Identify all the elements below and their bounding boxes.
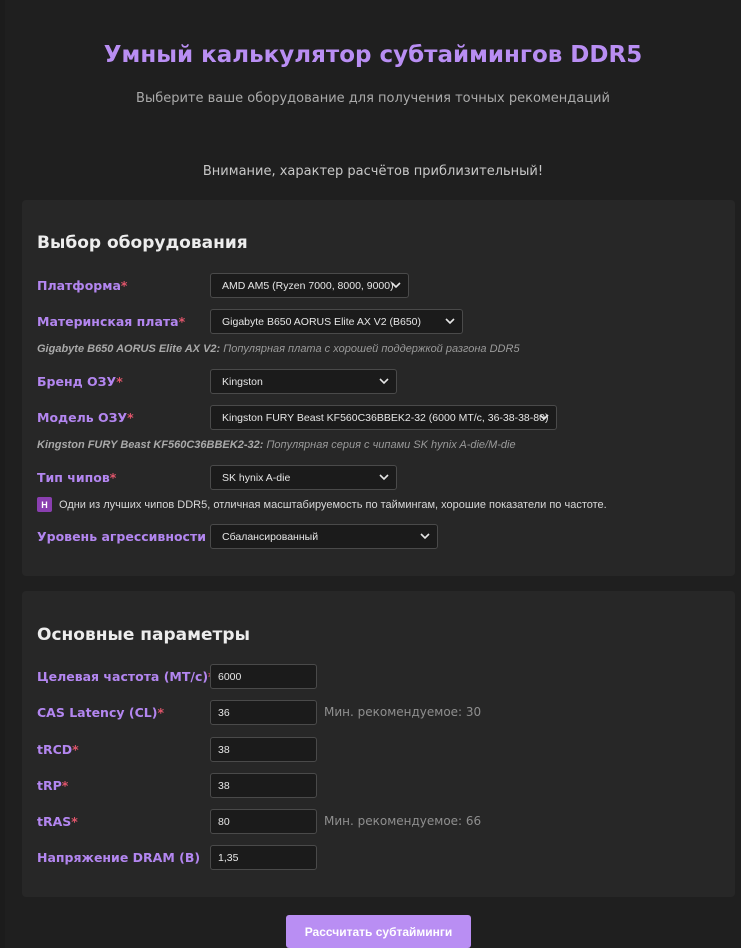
trp-input[interactable]: 38 — [210, 773, 317, 798]
chevron-down-icon — [391, 282, 401, 289]
chip-type-label: Тип чипов* — [37, 470, 117, 485]
motherboard-select[interactable]: Gigabyte B650 AORUS Elite AX V2 (B650) — [210, 309, 463, 334]
tras-hint: Мин. рекомендуемое: 66 — [324, 814, 482, 828]
platform-select[interactable]: AMD AM5 (Ryzen 7000, 8000, 9000) — [210, 273, 409, 298]
page: Умный калькулятор субтаймингов DDR5 Выбе… — [5, 0, 741, 948]
cl-hint: Мин. рекомендуемое: 30 — [324, 705, 482, 719]
trcd-input[interactable]: 38 — [210, 737, 317, 762]
params-card: Основные параметры Целевая частота (МТ/с… — [22, 591, 735, 897]
voltage-label: Напряжение DRAM (В) — [37, 850, 201, 865]
hardware-section-title: Выбор оборудования — [37, 233, 248, 253]
params-section-title: Основные параметры — [37, 625, 250, 645]
chevron-down-icon — [379, 474, 389, 481]
frequency-input[interactable]: 6000 — [210, 664, 317, 689]
page-title: Умный калькулятор субтаймингов DDR5 — [103, 42, 643, 68]
hardware-card: Выбор оборудования Платформа* AMD AM5 (R… — [22, 200, 735, 576]
aggressiveness-label: Уровень агрессивности — [37, 529, 206, 544]
frequency-label: Целевая частота (МТ/с)* — [37, 669, 215, 684]
chip-type-select[interactable]: SK hynix A-die — [210, 465, 397, 490]
chevron-down-icon — [445, 318, 455, 325]
calculate-button[interactable]: Рассчитать субтайминги — [286, 915, 471, 948]
chevron-down-icon — [539, 414, 549, 421]
warning-text: Внимание, характер расчётов приблизитель… — [202, 164, 544, 179]
cl-label: CAS Latency (CL)* — [37, 705, 164, 720]
ram-brand-select[interactable]: Kingston — [210, 369, 397, 394]
voltage-input[interactable]: 1,35 — [210, 845, 317, 870]
ram-model-select[interactable]: Kingston FURY Beast KF560C36BBEK2-32 (60… — [210, 405, 557, 430]
ram-model-note: Kingston FURY Beast KF560C36BBEK2-32: По… — [37, 439, 516, 451]
chip-vendor-badge: H — [37, 497, 52, 512]
tras-label: tRAS* — [37, 814, 78, 829]
ram-brand-label: Бренд ОЗУ* — [37, 374, 123, 389]
chip-info-text: Одни из лучших чипов DDR5, отличная масш… — [59, 498, 607, 511]
aggressiveness-select[interactable]: Сбалансированный — [210, 524, 438, 549]
chevron-down-icon — [379, 378, 389, 385]
chip-info: H Одни из лучших чипов DDR5, отличная ма… — [37, 497, 607, 512]
ram-model-label: Модель ОЗУ* — [37, 410, 134, 425]
platform-label: Платформа* — [37, 278, 128, 293]
motherboard-label: Материнская плата* — [37, 314, 186, 329]
tras-input[interactable]: 80 — [210, 809, 317, 834]
trcd-label: tRCD* — [37, 742, 79, 757]
motherboard-note: Gigabyte B650 AORUS Elite AX V2: Популяр… — [37, 343, 520, 355]
page-subtitle: Выберите ваше оборудование для получения… — [136, 91, 610, 106]
cl-input[interactable]: 36 — [210, 700, 317, 725]
trp-label: tRP* — [37, 778, 69, 793]
chevron-down-icon — [420, 533, 430, 540]
